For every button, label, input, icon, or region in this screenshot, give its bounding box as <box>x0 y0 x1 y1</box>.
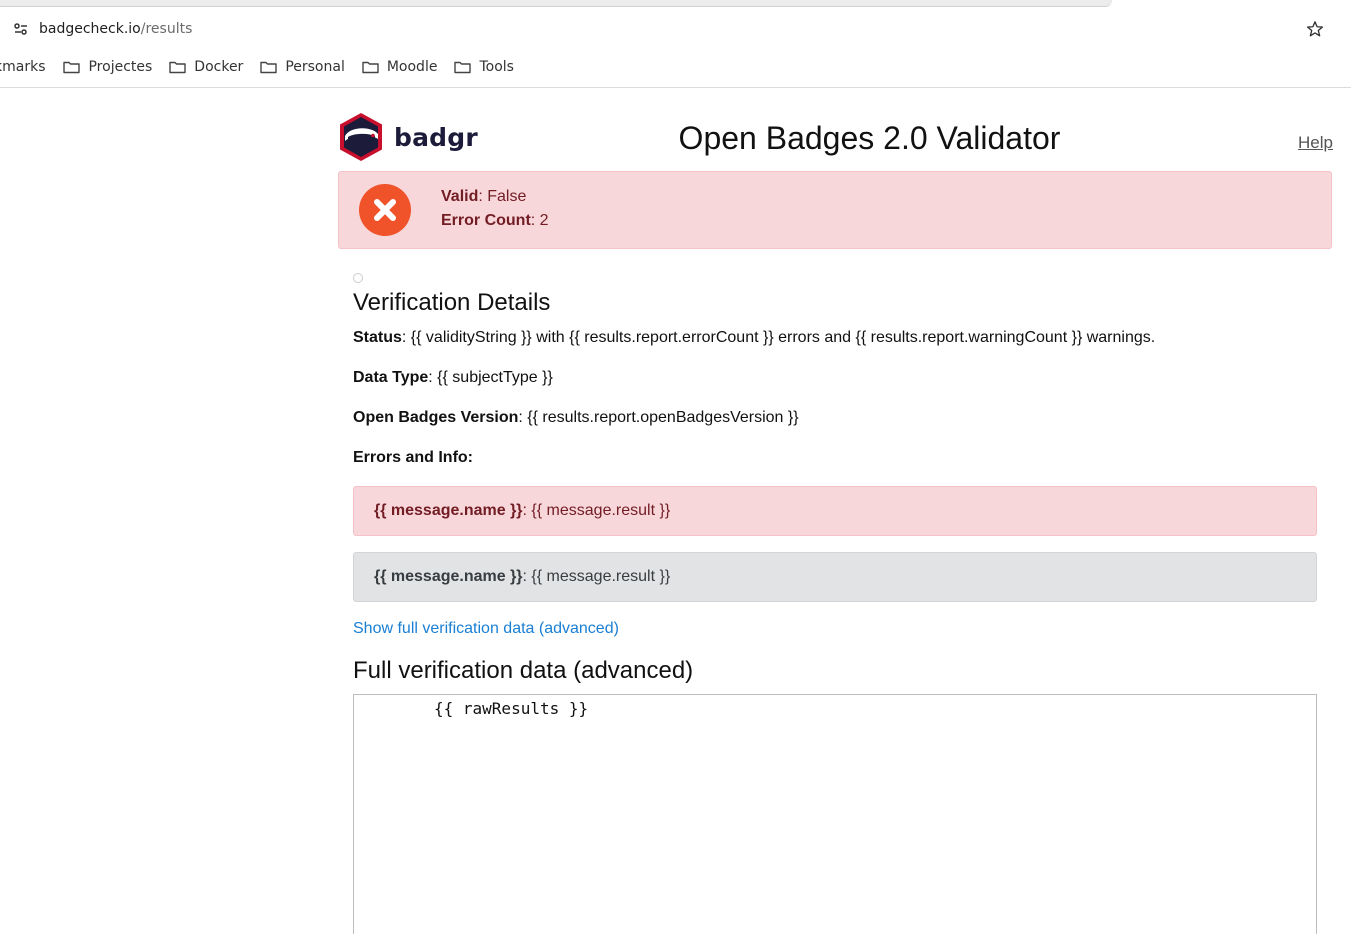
help-link[interactable]: Help <box>1298 133 1333 153</box>
bookmark-star-icon[interactable] <box>1304 18 1326 40</box>
valid-label: Valid <box>441 188 479 205</box>
raw-results-textarea[interactable]: {{ rawResults }} <box>353 694 1317 934</box>
bookmark-label: Tools <box>479 59 514 75</box>
show-full-data-link[interactable]: Show full verification data (advanced) <box>353 620 619 638</box>
message-item-error: {{ message.name }}: {{ message.result }} <box>353 486 1317 536</box>
bookmark-label: Moodle <box>386 59 438 75</box>
address-bar[interactable]: badgecheck.io/results <box>0 10 1340 48</box>
error-x-icon <box>359 184 411 236</box>
summary-lines: Valid: False Error Count: 2 <box>441 185 549 233</box>
folder-icon <box>362 60 379 74</box>
url-text[interactable]: badgecheck.io/results <box>39 21 192 37</box>
data-type-value: : {{ subjectType }} <box>428 369 553 386</box>
bookmark-folder-moodle[interactable]: Moodle <box>362 59 438 75</box>
url-host: badgecheck.io <box>39 21 141 37</box>
error-count-value: : 2 <box>530 212 549 229</box>
version-label: Open Badges Version <box>353 409 519 426</box>
page-content: badgr Open Badges 2.0 Validator Help Val… <box>0 89 1351 934</box>
message-item-info: {{ message.name }}: {{ message.result }} <box>353 552 1317 602</box>
folder-icon <box>63 60 81 74</box>
bookmark-folder-personal[interactable]: Personal <box>260 59 345 75</box>
bookmark-folder-projectes[interactable]: Projectes <box>63 59 152 75</box>
bookmark-label: Projectes <box>88 59 153 75</box>
bookmark-label: Personal <box>285 59 345 75</box>
bookmark-label: Docker <box>194 59 244 75</box>
bookmark-all-bookmarks[interactable]: kmarks <box>0 59 45 75</box>
folder-icon <box>169 60 186 74</box>
message-name: {{ message.name }} <box>374 502 523 519</box>
verification-details-title: Verification Details <box>353 289 551 316</box>
site-info-icon[interactable] <box>6 14 36 44</box>
version-value: : {{ results.report.openBadgesVersion }} <box>518 409 799 426</box>
error-count-label: Error Count <box>441 212 531 229</box>
errors-info-label: Errors and Info: <box>353 449 474 466</box>
message-result: : {{ message.result }} <box>522 568 671 585</box>
data-type-line: Data Type: {{ subjectType }} <box>353 369 553 387</box>
bookmarks-bar: kmarks Projectes Docker Personal Moodle … <box>0 52 1351 82</box>
status-value: : {{ validityString }} with {{ results.r… <box>401 329 1156 346</box>
folder-icon <box>260 60 278 74</box>
bookmark-label: kmarks <box>0 59 46 75</box>
valid-value: : False <box>478 188 527 205</box>
main-container: badgr Open Badges 2.0 Validator Help Val… <box>338 89 1333 934</box>
url-path: /results <box>140 21 193 37</box>
bookmark-folder-tools[interactable]: Tools <box>454 59 514 75</box>
message-name: {{ message.name }} <box>374 568 523 585</box>
validation-summary-alert: Valid: False Error Count: 2 <box>338 171 1332 249</box>
bookmark-folder-docker[interactable]: Docker <box>169 59 243 75</box>
version-line: Open Badges Version: {{ results.report.o… <box>353 409 799 427</box>
browser-chrome: badgecheck.io/results kmarks Projectes D… <box>0 0 1351 88</box>
loading-indicator <box>353 273 363 283</box>
valid-line: Valid: False <box>441 185 549 209</box>
status-label: Status <box>353 329 402 346</box>
page-title: Open Badges 2.0 Validator <box>678 120 1061 156</box>
tab-strip <box>0 0 1112 7</box>
site-header: badgr Open Badges 2.0 Validator Help <box>338 89 1333 171</box>
advanced-data-title: Full verification data (advanced) <box>353 657 694 684</box>
error-count-line: Error Count: 2 <box>441 209 549 233</box>
folder-icon <box>454 60 472 74</box>
errors-info-heading: Errors and Info: <box>353 449 473 467</box>
data-type-label: Data Type <box>353 369 429 386</box>
status-line: Status: {{ validityString }} with {{ res… <box>353 329 1155 347</box>
message-result: : {{ message.result }} <box>522 502 671 519</box>
